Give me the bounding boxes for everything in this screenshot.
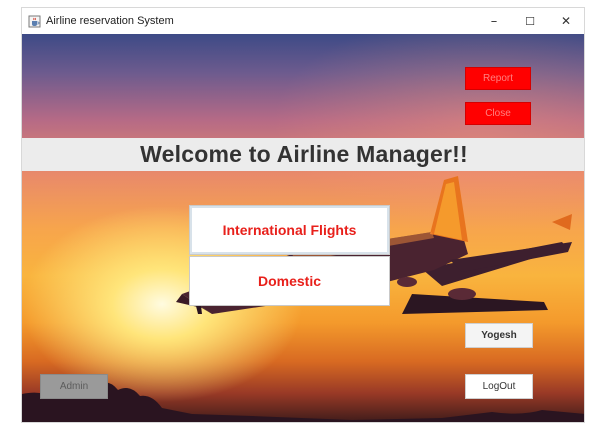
international-flights-button[interactable]: International Flights: [189, 205, 390, 255]
maximize-icon[interactable]: ☐: [512, 8, 548, 34]
user-name-button[interactable]: Yogesh: [465, 323, 533, 348]
welcome-heading: Welcome to Airline Manager!!: [140, 141, 468, 167]
admin-button[interactable]: Admin: [40, 374, 108, 399]
logout-button[interactable]: LogOut: [465, 374, 533, 399]
java-cup-icon: [28, 15, 41, 28]
close-icon[interactable]: ✕: [548, 8, 584, 34]
title-bar[interactable]: Airline reservation System – ☐ ✕: [22, 8, 584, 34]
window-controls: – ☐ ✕: [476, 8, 584, 34]
report-button[interactable]: Report: [465, 67, 531, 90]
minimize-icon[interactable]: –: [476, 8, 512, 34]
domestic-flights-button[interactable]: Domestic: [189, 256, 390, 306]
window-title: Airline reservation System: [46, 15, 174, 27]
main-panel: Report Close Welcome to Airline Manager!…: [22, 34, 584, 422]
close-button[interactable]: Close: [465, 102, 531, 125]
welcome-banner: Welcome to Airline Manager!!: [22, 138, 584, 171]
app-window: Airline reservation System – ☐ ✕ Report …: [21, 7, 585, 423]
